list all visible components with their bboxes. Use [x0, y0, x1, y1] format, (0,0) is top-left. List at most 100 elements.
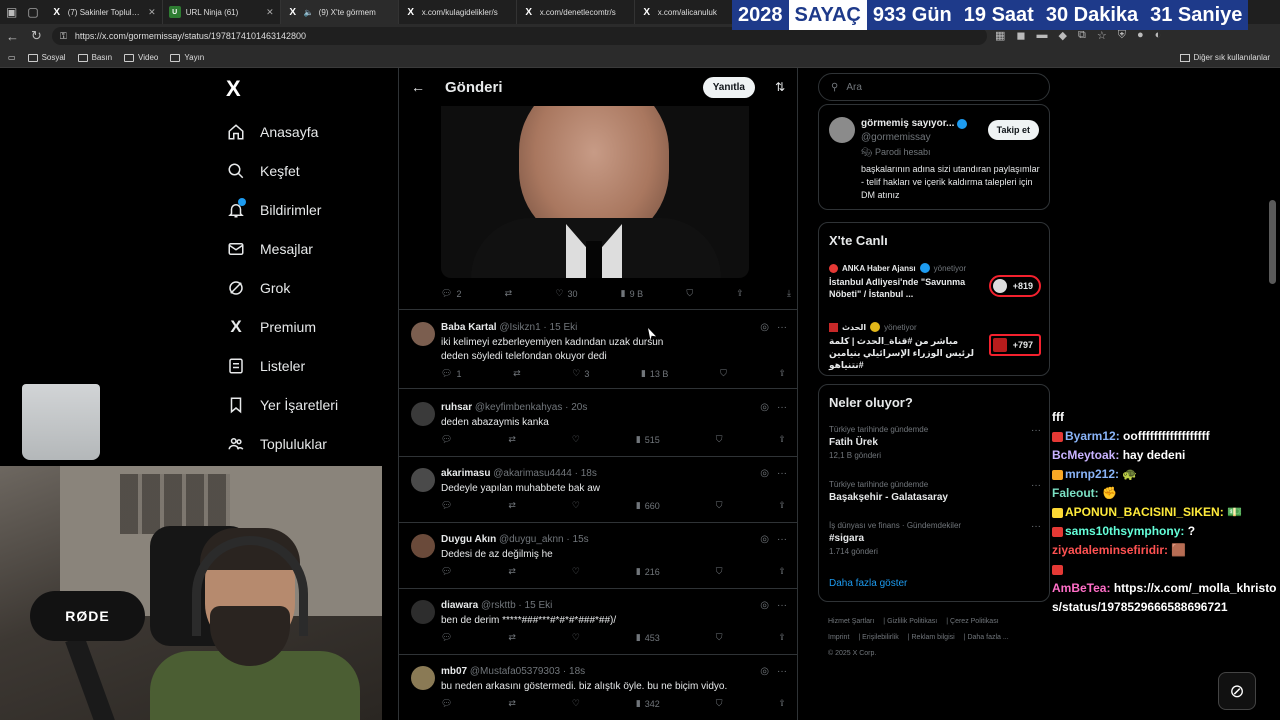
trend-item[interactable]: İş dünyası ve finans · Gündemdekiler #si…	[829, 521, 1041, 556]
more-icon[interactable]: ···	[777, 666, 787, 677]
search-input[interactable]: ⚲ Ara	[818, 73, 1050, 101]
reply-item[interactable]: mb07 @Mustafa05379303 · 18s bu neden ark…	[399, 660, 797, 720]
nav-premium[interactable]: X Premium	[226, 307, 338, 346]
share-action[interactable]: ⇪	[778, 632, 786, 643]
views-action[interactable]: ▮ 13 B	[641, 368, 668, 379]
more-icon[interactable]: ···	[777, 600, 787, 611]
browser-tab[interactable]: X (7) Sakinler Topluluk / ✕	[45, 0, 163, 24]
nav-notifications[interactable]: Bildirimler	[226, 190, 338, 229]
live-item[interactable]: الحدث yönetiyor مباشر من #قناة_الحدث | كل…	[829, 322, 1041, 371]
repost-action[interactable]: ⇄	[508, 434, 516, 445]
grok-icon[interactable]: ◎	[760, 322, 769, 333]
download-action[interactable]: ⤓	[787, 288, 791, 299]
browser-tab-active[interactable]: X 🔈 (9) X'te görmem	[280, 0, 399, 24]
grok-icon[interactable]: ◎	[760, 468, 769, 479]
repost-action[interactable]: ⇄	[508, 500, 516, 511]
reply-action[interactable]: 💬︎	[441, 566, 452, 577]
footer-link[interactable]: Reklam bilgisi	[912, 634, 955, 641]
nav-messages[interactable]: Mesajlar	[226, 229, 338, 268]
reply-item[interactable]: Duygu Akın @duygu_aknn · 15s Dedesi de a…	[399, 528, 797, 586]
bookmark-folder[interactable]: Basın	[77, 53, 112, 62]
more-icon[interactable]: ···	[1031, 480, 1041, 491]
sliders-icon[interactable]: ⇅	[775, 80, 785, 94]
reply-button[interactable]: Yanıtla	[702, 76, 755, 98]
repost-action[interactable]: ⇄	[508, 632, 516, 643]
repost-action[interactable]: ⇄	[513, 368, 521, 379]
avatar[interactable]	[829, 117, 855, 143]
avatar[interactable]	[411, 468, 435, 492]
views-action[interactable]: ▮ 9 B	[621, 288, 643, 299]
extension-icon[interactable]: ◼	[1016, 29, 1025, 42]
share-action[interactable]: ⇪	[778, 434, 786, 445]
show-more-link[interactable]: Daha fazla göster	[829, 578, 907, 589]
bookmark-action[interactable]: ⛉	[716, 434, 723, 445]
workspaces-icon[interactable]: ▣	[6, 5, 17, 19]
extension-icon[interactable]: ▦	[995, 29, 1005, 42]
more-icon[interactable]: ···	[777, 534, 787, 545]
page-scrollbar[interactable]	[1269, 200, 1276, 284]
trend-item[interactable]: Türkiye tarihinde gündemde Fatih Ürek 12…	[829, 425, 1041, 460]
x-logo[interactable]: X	[226, 76, 241, 102]
post-media-image[interactable]	[441, 106, 749, 278]
views-action[interactable]: ▮ 453	[636, 632, 660, 643]
footer-link[interactable]: Çerez Politikası	[950, 618, 999, 625]
browser-tab[interactable]: Xx.com/denetlecomtr/s	[517, 0, 635, 24]
share-action[interactable]: ⇪	[778, 500, 786, 511]
footer-link[interactable]: Imprint	[828, 634, 849, 641]
like-action[interactable]: ♡ 3	[572, 368, 589, 379]
like-action[interactable]: ♡	[572, 434, 580, 445]
back-arrow-icon[interactable]: ←	[411, 79, 425, 95]
back-icon[interactable]: ←	[6, 29, 19, 44]
nav-lists[interactable]: Listeler	[226, 346, 338, 385]
author-name[interactable]: görmemiş sayıyor...	[861, 118, 968, 129]
bookmark-folder[interactable]: Yayın	[170, 53, 204, 62]
close-tab-icon[interactable]: ✕	[266, 7, 274, 18]
live-item[interactable]: ANKA Haber Ajansı yönetiyor İstanbul Adli…	[829, 263, 1041, 300]
views-action[interactable]: ▮ 342	[636, 698, 660, 709]
avatar[interactable]	[411, 600, 435, 624]
close-tab-icon[interactable]: ✕	[148, 7, 156, 18]
nav-home[interactable]: Anasayfa	[226, 112, 338, 151]
bookmark-folder[interactable]: Sosyal	[27, 53, 66, 62]
tab-actions-icon[interactable]: ▢	[27, 5, 38, 19]
like-action[interactable]: ♡	[572, 566, 580, 577]
views-action[interactable]: ▮ 660	[636, 500, 660, 511]
browser-tab[interactable]: Xx.com/kulagidelikler/s	[399, 0, 517, 24]
trend-item[interactable]: Türkiye tarihinde gündemde Başakşehir - …	[829, 480, 1041, 503]
follow-button[interactable]: Takip et	[987, 120, 1039, 140]
reply-item[interactable]: Baba Kartal @Isikzn1 · 15 Eki iki kelime…	[399, 316, 797, 386]
more-icon[interactable]: ···	[1031, 425, 1041, 436]
bookmark-action[interactable]: ⛉	[686, 288, 693, 299]
bookmark-action[interactable]: ⛉	[716, 500, 723, 511]
reply-action[interactable]: 💬︎	[441, 434, 452, 445]
extension-icon[interactable]: ▬	[1037, 29, 1048, 42]
repost-action[interactable]: ⇄	[505, 288, 513, 299]
extension-icon[interactable]: ◆	[1059, 29, 1067, 42]
shield-icon[interactable]: ⛨	[1118, 29, 1126, 42]
reload-icon[interactable]: ↻	[31, 28, 42, 44]
bookmark-action[interactable]: ⛉	[716, 632, 723, 643]
reply-action[interactable]: 💬︎	[441, 632, 452, 643]
live-listeners-badge[interactable]: +797	[989, 334, 1041, 356]
nav-explore[interactable]: Keşfet	[226, 151, 338, 190]
avatar[interactable]	[411, 402, 435, 426]
speaker-icon[interactable]: 🔈	[304, 8, 314, 17]
share-action[interactable]: ⇪	[778, 566, 786, 577]
bookmark-action[interactable]: ⛉	[720, 368, 727, 379]
reply-action[interactable]: 💬︎ 1	[441, 368, 461, 379]
footer-link[interactable]: Gizlilik Politikası	[887, 618, 937, 625]
grok-icon[interactable]: ◎	[760, 534, 769, 545]
reply-item[interactable]: diawara @rskttb · 15 Eki ben de derim **…	[399, 594, 797, 652]
bookmark-folder[interactable]: Video	[124, 53, 158, 62]
share-action[interactable]: ⇪	[778, 698, 786, 709]
grok-icon[interactable]: ◎	[760, 402, 769, 413]
extensions-icon[interactable]: ⧉	[1078, 29, 1086, 42]
like-action[interactable]: ♡	[572, 698, 580, 709]
browser-tab[interactable]: U URL Ninja (61) ✕	[163, 0, 281, 24]
more-icon[interactable]: ···	[777, 468, 787, 479]
other-favorites[interactable]: Diğer sık kullanılanlar	[1179, 53, 1270, 62]
copilot-icon[interactable]: ◐	[1155, 29, 1162, 42]
reply-action[interactable]: 💬︎ 2	[441, 288, 461, 299]
reply-item[interactable]: akarimasu @akarimasu4444 · 18s Dedeyle y…	[399, 462, 797, 520]
nav-grok[interactable]: Grok	[226, 268, 338, 307]
